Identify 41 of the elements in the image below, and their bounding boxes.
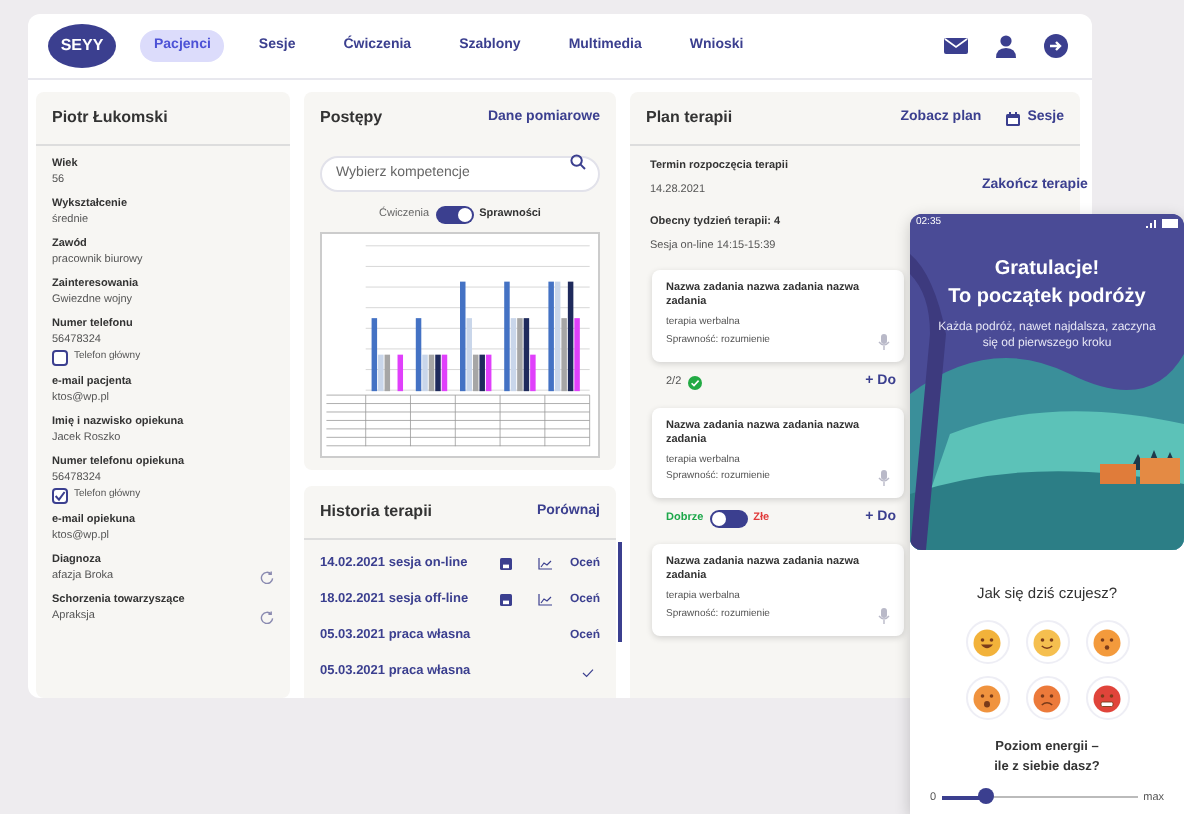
mood-button[interactable] — [1085, 620, 1129, 665]
toggle-switch[interactable] — [435, 206, 474, 224]
face-icon — [1092, 683, 1122, 714]
panel-title: Plan terapii — [646, 106, 733, 130]
chart-icon[interactable] — [537, 558, 552, 570]
patient-name: Piotr Łukomski — [36, 92, 290, 146]
checkbox-box[interactable] — [52, 350, 68, 366]
good-bad-switch[interactable] — [709, 510, 748, 528]
save-icon[interactable] — [499, 558, 512, 570]
chart-icon[interactable] — [537, 594, 552, 606]
scrollbar[interactable] — [618, 542, 622, 642]
chart-bar — [397, 354, 404, 392]
mood-button[interactable] — [965, 620, 1009, 665]
face-icon — [1032, 683, 1062, 714]
mood-button[interactable] — [1025, 676, 1069, 721]
panel-title: Historia terapii — [320, 500, 433, 524]
check-circle-icon — [687, 375, 702, 389]
mood-button[interactable] — [1085, 676, 1129, 721]
congrats-title: Gratulacje! — [994, 255, 1100, 283]
face-icon — [972, 683, 1002, 714]
face-icon — [1032, 627, 1062, 658]
mood-button[interactable] — [1025, 620, 1069, 665]
panel-title: Postępy — [320, 106, 383, 130]
congrats-title: To początek podróży — [948, 283, 1146, 311]
refresh-icon[interactable] — [260, 569, 274, 583]
mail-icon[interactable] — [944, 34, 968, 58]
slider-thumb[interactable] — [977, 788, 994, 805]
save-icon[interactable] — [499, 594, 512, 606]
search-icon[interactable] — [570, 154, 586, 170]
calendar-icon — [1005, 111, 1020, 125]
checkbox-box[interactable] — [52, 488, 68, 504]
check-icon — [582, 667, 594, 677]
logo[interactable]: SEYY — [48, 24, 116, 68]
face-icon — [972, 627, 1002, 658]
face-icon — [1092, 627, 1122, 658]
refresh-icon[interactable] — [260, 609, 274, 623]
logout-icon[interactable] — [1044, 34, 1068, 58]
check-icon — [54, 490, 66, 502]
user-icon[interactable] — [994, 34, 1018, 58]
battery-icon — [1146, 218, 1178, 229]
mood-button[interactable] — [965, 676, 1009, 721]
